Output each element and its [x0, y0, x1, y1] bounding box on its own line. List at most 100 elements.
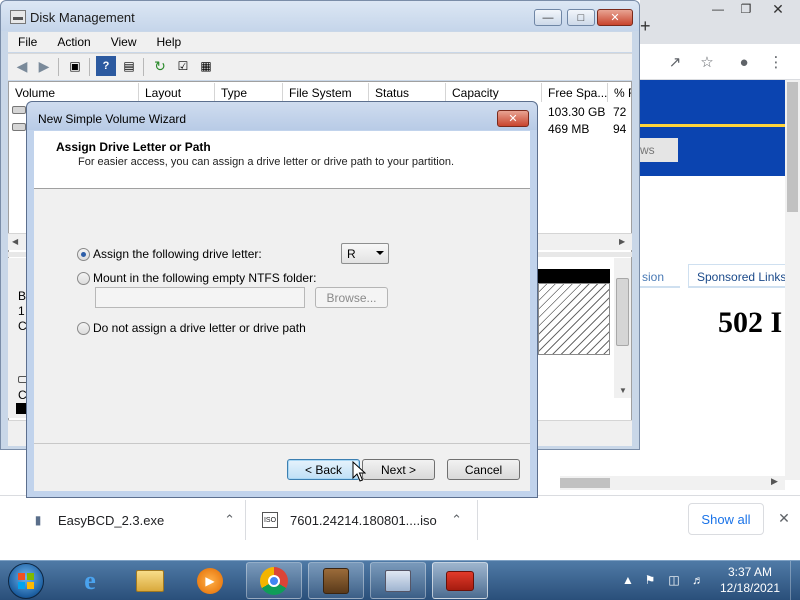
settings-icon[interactable]: ▦ [196, 56, 216, 76]
download-item[interactable]: ISO 7601.24214.180801....iso ⌃ [262, 500, 462, 540]
chevron-up-icon[interactable]: ⌃ [224, 512, 235, 528]
site-nav-tab[interactable]: ws [640, 138, 678, 162]
toolbar-separator [58, 58, 59, 76]
new-tab-button[interactable]: + [640, 16, 651, 37]
chevron-down-icon [376, 251, 384, 255]
properties-icon[interactable]: ▤ [119, 56, 139, 76]
file-explorer-icon[interactable] [122, 562, 178, 599]
show-all-button[interactable]: Show all [688, 503, 764, 535]
refresh-icon[interactable]: ↻ [150, 56, 170, 76]
forward-arrow-icon[interactable]: ▶ [34, 56, 54, 76]
volume-icon[interactable]: ♬ [690, 572, 706, 588]
clock-time: 3:37 AM [727, 565, 773, 579]
column-percent-free[interactable]: % F [608, 83, 631, 102]
wizard-button-divider [34, 443, 530, 444]
show-hide-console-icon[interactable]: ▣ [65, 56, 85, 76]
download-item[interactable]: ▮ EasyBCD_2.3.exe ⌃ [30, 500, 235, 540]
computer-management-icon[interactable] [370, 562, 426, 599]
sponsored-links-tab[interactable]: Sponsored Links [688, 264, 788, 288]
folder-path-input[interactable] [95, 287, 305, 308]
column-type[interactable]: Type [215, 83, 283, 102]
close-downloads-icon[interactable]: ✕ [774, 508, 794, 528]
menu-help[interactable]: Help [147, 35, 192, 49]
download-filename: EasyBCD_2.3.exe [58, 512, 165, 528]
bookmark-star-icon[interactable]: ☆ [697, 52, 717, 72]
radio-assign-letter[interactable] [77, 248, 90, 261]
toolbar-separator [89, 58, 90, 76]
option-no-assign-label[interactable]: Do not assign a drive letter or drive pa… [93, 321, 306, 335]
column-capacity[interactable]: Capacity [446, 83, 542, 102]
download-filename: 7601.24214.180801....iso [290, 512, 437, 528]
minimize-button[interactable]: — [534, 9, 562, 26]
cancel-button[interactable]: Cancel [447, 459, 520, 480]
disk-label-char: B [18, 289, 27, 303]
disk-pane-scroll-thumb[interactable] [616, 278, 629, 346]
check-icon[interactable]: ☑ [173, 56, 193, 76]
network-icon[interactable]: ◫ [666, 572, 682, 588]
chevron-up-icon[interactable]: ⌃ [451, 512, 462, 528]
site-nav-tab-2[interactable]: sion [640, 264, 680, 288]
internet-explorer-icon[interactable]: e [62, 562, 118, 599]
wizard-close-button[interactable]: ✕ [497, 110, 529, 127]
menu-kebab-icon[interactable]: ⋮ [766, 52, 786, 72]
show-desktop-button[interactable] [790, 561, 800, 600]
back-arrow-icon[interactable]: ◀ [12, 56, 32, 76]
action-center-flag-icon[interactable]: ⚑ [642, 572, 658, 588]
percent-free-cell: 72 [613, 105, 627, 119]
maximize-button[interactable]: □ [567, 9, 595, 26]
scroll-left-arrow-icon[interactable]: ◀ [12, 237, 18, 246]
download-divider [245, 500, 246, 540]
close-button[interactable]: ✕ [597, 9, 633, 26]
column-layout[interactable]: Layout [139, 83, 215, 102]
media-player-icon[interactable]: ▶ [182, 562, 238, 599]
disk-management-app-icon [10, 10, 26, 24]
disk-tool-icon[interactable] [308, 562, 364, 599]
chrome-icon[interactable] [246, 562, 302, 599]
help-icon[interactable]: ? [96, 56, 116, 76]
menu-file[interactable]: File [8, 35, 47, 49]
start-button[interactable] [8, 563, 44, 599]
browser-restore-button[interactable]: ❐ [732, 0, 760, 18]
error-heading: 502 I [718, 306, 783, 339]
column-volume[interactable]: Volume [9, 83, 139, 102]
radio-no-assign[interactable] [77, 322, 90, 335]
column-free-space[interactable]: Free Spa... [542, 83, 608, 102]
wizard-heading: Assign Drive Letter or Path [56, 140, 211, 154]
iso-file-icon: ISO [262, 512, 278, 528]
unallocated-partition[interactable] [538, 283, 610, 355]
profile-icon[interactable]: ● [734, 52, 754, 72]
option-assign-letter-label[interactable]: Assign the following drive letter: [93, 247, 262, 261]
free-space-cell: 469 MB [548, 122, 590, 136]
free-space-cell: 103.30 GB [548, 105, 606, 119]
partition-header-bar [538, 269, 610, 283]
radio-mount-folder[interactable] [77, 272, 90, 285]
menu-view[interactable]: View [101, 35, 147, 49]
menu-action[interactable]: Action [47, 35, 100, 49]
column-status[interactable]: Status [369, 83, 446, 102]
download-divider [477, 500, 478, 540]
mouse-pointer-icon [352, 461, 366, 482]
scroll-right-arrow-icon[interactable]: ▶ [619, 237, 625, 246]
scroll-down-arrow-icon[interactable]: ▼ [619, 386, 627, 395]
browse-button[interactable]: Browse... [315, 287, 388, 308]
show-hidden-icons-icon[interactable]: ▲ [620, 572, 636, 588]
option-mount-folder-label[interactable]: Mount in the following empty NTFS folder… [93, 271, 316, 285]
system-clock[interactable]: 3:37 AM 12/18/2021 [712, 564, 788, 596]
browser-scroll-thumb[interactable] [787, 82, 798, 212]
volume-row-icon [12, 123, 26, 131]
browser-close-button[interactable]: ✕ [764, 0, 792, 18]
next-button[interactable]: Next > [362, 459, 435, 480]
browser-minimize-button[interactable]: — [704, 0, 732, 18]
back-button[interactable]: < Back [287, 459, 360, 480]
share-icon[interactable]: ↗ [665, 52, 685, 72]
windows-logo-icon [18, 573, 34, 589]
wizard-subheading: For easier access, you can assign a driv… [78, 156, 455, 168]
scroll-right-arrow-icon[interactable]: ▶ [771, 476, 778, 487]
window-title: Disk Management [30, 10, 135, 25]
installer-icon: ▮ [34, 513, 42, 527]
volume-row-icon [12, 106, 26, 114]
percent-free-cell: 94 [613, 122, 627, 136]
column-file-system[interactable]: File System [283, 83, 369, 102]
toolbox-icon[interactable] [432, 562, 488, 599]
browser-hscroll-thumb[interactable] [560, 478, 610, 488]
